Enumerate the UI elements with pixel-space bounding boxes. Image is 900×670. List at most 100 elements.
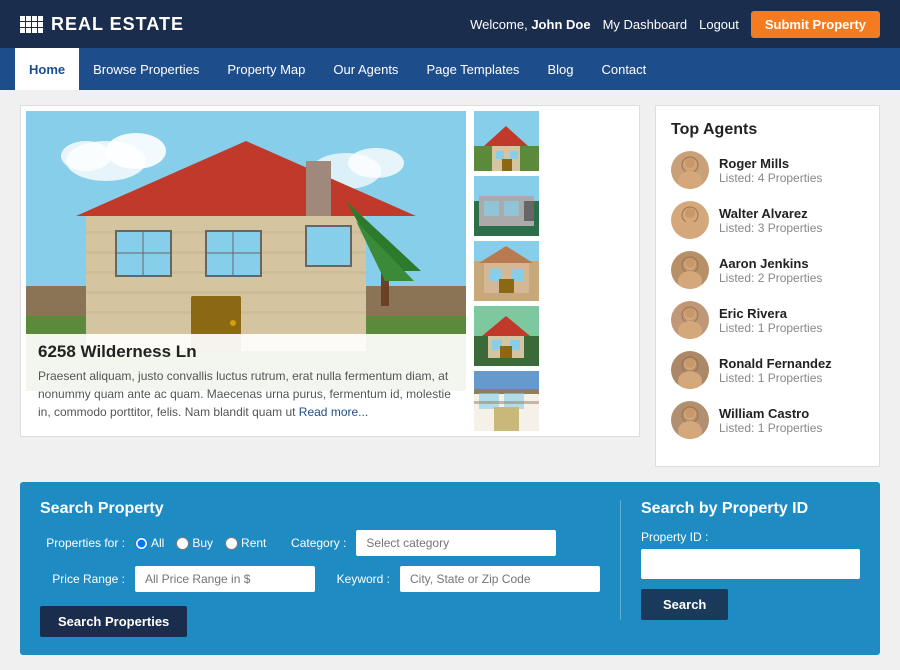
nav-home[interactable]: Home [15,48,79,90]
top-right: Welcome, John Doe My Dashboard Logout Su… [470,11,880,38]
agents-list: Roger Mills Listed: 4 Properties Walter … [671,151,864,439]
thumb-img-4 [474,306,539,366]
radio-rent[interactable]: Rent [225,536,266,550]
agent-name: Roger Mills [719,156,864,171]
nav-contact[interactable]: Contact [587,48,660,90]
agent-item[interactable]: Roger Mills Listed: 4 Properties [671,151,864,189]
property-description: Praesent aliquam, justo convallis luctus… [38,367,454,421]
agent-info: Eric Rivera Listed: 1 Properties [719,306,864,335]
thumb-img-2 [474,176,539,236]
thumb-img-3 [474,241,539,301]
search-right: Search by Property ID Property ID : Sear… [620,500,860,620]
property-title: 6258 Wilderness Ln [38,342,454,362]
submit-property-button[interactable]: Submit Property [751,11,880,38]
agent-avatar-img [671,251,709,289]
thumbnail-3[interactable] [474,241,539,301]
logo: REAL ESTATE [20,14,184,35]
category-input[interactable] [356,530,556,556]
agent-listed: Listed: 1 Properties [719,421,864,435]
agent-avatar [671,201,709,239]
radio-all[interactable]: All [135,536,164,550]
featured-section: FEATURED PROPERTIES [20,105,640,467]
main-image-wrap: FEATURED PROPERTIES [26,111,466,431]
thumb-img-1 [474,111,539,171]
featured-area: FEATURED PROPERTIES [20,105,640,437]
agent-name: Aaron Jenkins [719,256,864,271]
nav-browse-properties[interactable]: Browse Properties [79,48,213,90]
thumb-img-5 [474,371,539,431]
agent-info: William Castro Listed: 1 Properties [719,406,864,435]
radio-buy[interactable]: Buy [176,536,213,550]
agent-info: Aaron Jenkins Listed: 2 Properties [719,256,864,285]
agent-avatar [671,401,709,439]
agent-avatar-img [671,151,709,189]
thumbnail-2[interactable] [474,176,539,236]
radio-rent-input[interactable] [225,537,238,550]
agent-item[interactable]: Walter Alvarez Listed: 3 Properties [671,201,864,239]
agent-item[interactable]: Ronald Fernandez Listed: 1 Properties [671,351,864,389]
agent-listed: Listed: 1 Properties [719,321,864,335]
top-bar: REAL ESTATE Welcome, John Doe My Dashboa… [0,0,900,48]
agent-name: William Castro [719,406,864,421]
main-nav: Home Browse Properties Property Map Our … [0,48,900,90]
agent-listed: Listed: 4 Properties [719,171,864,185]
category-label: Category : [276,536,346,550]
keyword-input[interactable] [400,566,600,592]
agent-item[interactable]: William Castro Listed: 1 Properties [671,401,864,439]
radio-all-input[interactable] [135,537,148,550]
welcome-text: Welcome, John Doe [470,17,590,32]
nav-blog[interactable]: Blog [533,48,587,90]
agent-info: Walter Alvarez Listed: 3 Properties [719,206,864,235]
agent-item[interactable]: Aaron Jenkins Listed: 2 Properties [671,251,864,289]
agent-listed: Listed: 2 Properties [719,271,864,285]
properties-for-row: Properties for : All Buy Rent Category : [40,530,600,556]
radio-group: All Buy Rent [135,536,266,550]
search-left: Search Property Properties for : All Buy… [40,500,600,637]
read-more-link[interactable]: Read more... [299,405,368,419]
dashboard-link[interactable]: My Dashboard [603,17,688,32]
agent-avatar-img [671,351,709,389]
nav-property-map[interactable]: Property Map [213,48,319,90]
price-label: Price Range : [40,572,125,586]
agent-info: Roger Mills Listed: 4 Properties [719,156,864,185]
property-id-label: Property ID : [641,530,860,544]
agents-title: Top Agents [671,121,864,139]
property-id-input[interactable] [641,549,860,579]
search-id-button[interactable]: Search [641,589,728,620]
thumbnail-1[interactable] [474,111,539,171]
main-content: FEATURED PROPERTIES [0,90,900,482]
property-info: 6258 Wilderness Ln Praesent aliquam, jus… [26,334,466,431]
logout-link[interactable]: Logout [699,17,739,32]
thumbnail-4[interactable] [474,306,539,366]
logo-text: REAL ESTATE [51,14,184,35]
properties-for-label: Properties for : [40,536,125,550]
agent-avatar [671,351,709,389]
agent-avatar [671,151,709,189]
agents-panel: Top Agents Roger Mills Listed: 4 Propert… [655,105,880,467]
agent-name: Eric Rivera [719,306,864,321]
agent-avatar [671,251,709,289]
thumbnail-strip [474,111,539,431]
username: John Doe [531,17,590,32]
agent-avatar-img [671,201,709,239]
nav-page-templates[interactable]: Page Templates [412,48,533,90]
keyword-label: Keyword : [325,572,390,586]
agent-item[interactable]: Eric Rivera Listed: 1 Properties [671,301,864,339]
agent-avatar-img [671,301,709,339]
agent-avatar [671,301,709,339]
search-section: Search Property Properties for : All Buy… [20,482,880,655]
price-input[interactable] [135,566,315,592]
logo-icon [20,16,43,33]
agent-name: Ronald Fernandez [719,356,864,371]
search-properties-button[interactable]: Search Properties [40,606,187,637]
agent-info: Ronald Fernandez Listed: 1 Properties [719,356,864,385]
agent-listed: Listed: 3 Properties [719,221,864,235]
thumbnail-5[interactable] [474,371,539,431]
nav-our-agents[interactable]: Our Agents [319,48,412,90]
agent-name: Walter Alvarez [719,206,864,221]
radio-buy-input[interactable] [176,537,189,550]
search-by-id-title: Search by Property ID [641,500,860,518]
agent-listed: Listed: 1 Properties [719,371,864,385]
agent-avatar-img [671,401,709,439]
price-keyword-row: Price Range : Keyword : [40,566,600,592]
